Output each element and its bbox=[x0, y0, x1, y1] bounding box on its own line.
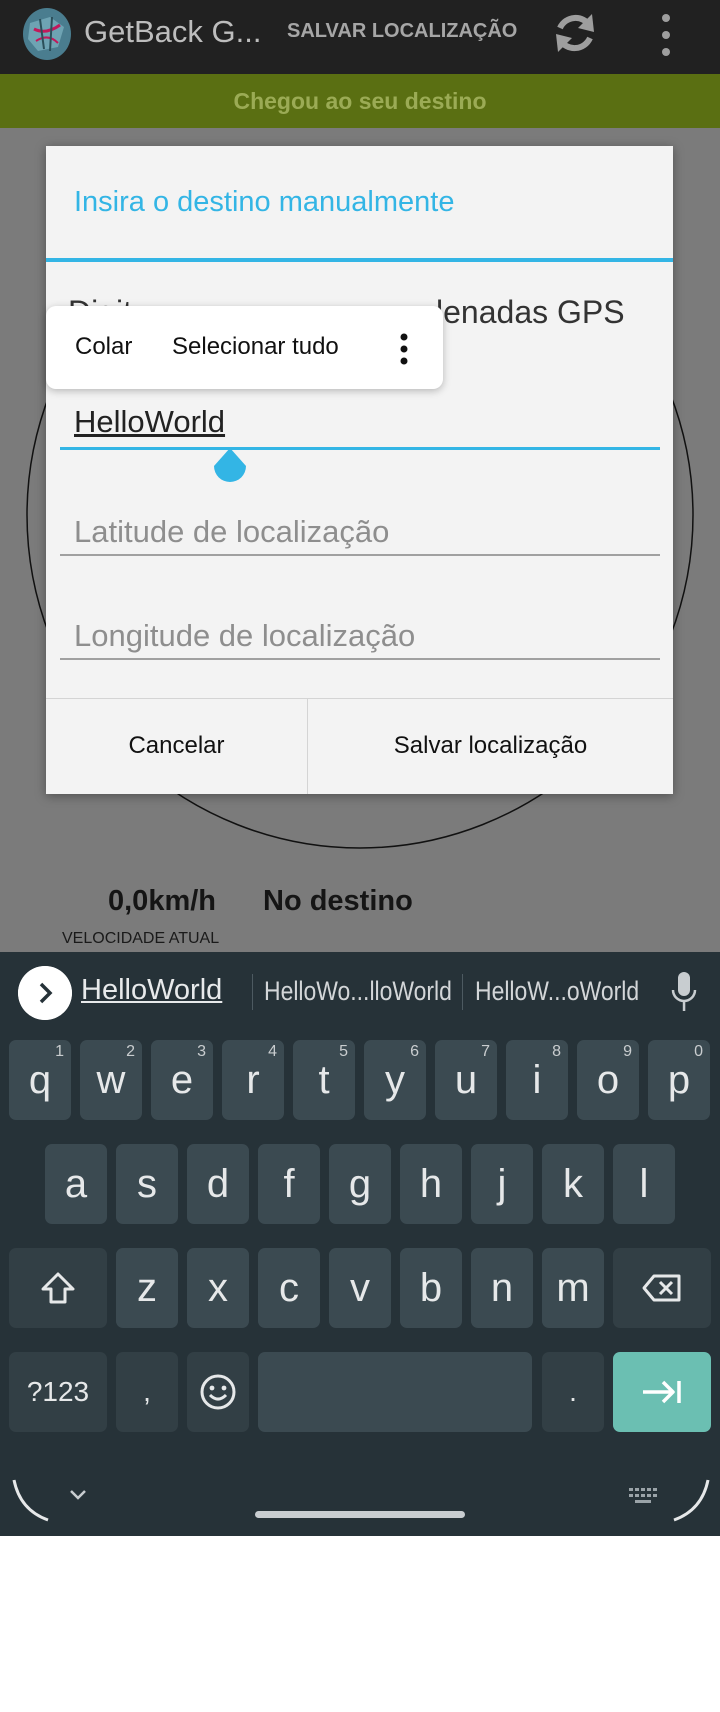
latitude-field[interactable]: Latitude de localização bbox=[60, 498, 660, 556]
suggestion-3[interactable]: HelloW...oWorld bbox=[475, 976, 639, 1007]
key-h[interactable]: h bbox=[400, 1144, 462, 1224]
blank-area bbox=[0, 1536, 720, 1712]
key-o[interactable]: o9 bbox=[577, 1040, 639, 1120]
key-c[interactable]: c bbox=[258, 1248, 320, 1328]
key-q[interactable]: q1 bbox=[9, 1040, 71, 1120]
suggestion-strip: HelloWorld HelloWo...lloWorld HelloW...o… bbox=[0, 952, 720, 1032]
symbols-key[interactable]: ?123 bbox=[9, 1352, 107, 1432]
app-logo-icon bbox=[23, 8, 71, 60]
key-w[interactable]: w2 bbox=[80, 1040, 142, 1120]
keyboard-switch-icon[interactable] bbox=[628, 1486, 658, 1506]
next-field-key[interactable] bbox=[613, 1352, 711, 1432]
app-title: GetBack G... bbox=[84, 14, 262, 49]
chevron-down-icon[interactable] bbox=[68, 1488, 88, 1502]
arrival-banner: Chegou ao seu destino bbox=[0, 74, 720, 128]
emoji-key[interactable] bbox=[187, 1352, 249, 1432]
home-indicator[interactable] bbox=[255, 1511, 465, 1518]
key-y[interactable]: y6 bbox=[364, 1040, 426, 1120]
key-v[interactable]: v bbox=[329, 1248, 391, 1328]
microphone-icon[interactable] bbox=[670, 970, 698, 1014]
key-e[interactable]: e3 bbox=[151, 1040, 213, 1120]
expand-arrow-icon[interactable] bbox=[18, 966, 72, 1020]
location-name-field[interactable]: HelloWorld bbox=[60, 396, 660, 450]
speed-value: 0,0km/h bbox=[108, 885, 216, 917]
soft-keyboard: HelloWorld HelloWo...lloWorld HelloW...o… bbox=[0, 952, 720, 1452]
overflow-menu-icon[interactable] bbox=[656, 10, 676, 60]
destination-status: No destino bbox=[263, 885, 413, 917]
longitude-placeholder: Longitude de localização bbox=[74, 618, 416, 653]
latitude-placeholder: Latitude de localização bbox=[74, 514, 390, 549]
key-n[interactable]: n bbox=[471, 1248, 533, 1328]
save-location-button[interactable]: Salvar localização bbox=[308, 698, 673, 794]
app-bar: GetBack G... SALVAR LOCALIZAÇÃO bbox=[0, 0, 720, 74]
shift-key[interactable] bbox=[9, 1248, 107, 1328]
location-name-value: HelloWorld bbox=[74, 404, 226, 439]
shift-icon bbox=[41, 1272, 75, 1304]
key-d[interactable]: d bbox=[187, 1144, 249, 1224]
suggestion-separator bbox=[462, 974, 463, 1010]
key-m[interactable]: m bbox=[542, 1248, 604, 1328]
key-k[interactable]: k bbox=[542, 1144, 604, 1224]
key-z[interactable]: z bbox=[116, 1248, 178, 1328]
speed-label: VELOCIDADE ATUAL bbox=[62, 930, 220, 947]
key-x[interactable]: x bbox=[187, 1248, 249, 1328]
manual-destination-dialog: Insira o destino manualmente Digitxxxxxx… bbox=[46, 146, 673, 794]
longitude-field[interactable]: Longitude de localização bbox=[60, 602, 660, 660]
refresh-icon[interactable] bbox=[548, 6, 602, 60]
more-options-icon[interactable] bbox=[394, 332, 414, 366]
key-i[interactable]: i8 bbox=[506, 1040, 568, 1120]
dialog-title: Insira o destino manualmente bbox=[74, 186, 455, 218]
emoji-icon bbox=[200, 1374, 236, 1410]
text-context-menu: Colar Selecionar tudo bbox=[46, 306, 443, 389]
dialog-message-end: lenadas GPS bbox=[436, 294, 625, 330]
paste-menu-item[interactable]: Colar bbox=[75, 333, 132, 361]
navigation-bar bbox=[0, 1452, 720, 1536]
period-key[interactable]: . bbox=[542, 1352, 604, 1432]
key-a[interactable]: a bbox=[45, 1144, 107, 1224]
key-u[interactable]: u7 bbox=[435, 1040, 497, 1120]
comma-key[interactable]: , bbox=[116, 1352, 178, 1432]
cancel-button[interactable]: Cancelar bbox=[46, 698, 307, 794]
key-s[interactable]: s bbox=[116, 1144, 178, 1224]
arrival-banner-text: Chegou ao seu destino bbox=[233, 88, 487, 114]
key-b[interactable]: b bbox=[400, 1248, 462, 1328]
tab-arrow-icon bbox=[643, 1380, 681, 1404]
backspace-icon bbox=[642, 1274, 681, 1302]
key-r[interactable]: r4 bbox=[222, 1040, 284, 1120]
back-gesture-icon[interactable] bbox=[10, 1474, 54, 1524]
key-j[interactable]: j bbox=[471, 1144, 533, 1224]
dialog-title-divider bbox=[46, 258, 673, 262]
key-p[interactable]: p0 bbox=[648, 1040, 710, 1120]
key-g[interactable]: g bbox=[329, 1144, 391, 1224]
suggestion-1[interactable]: HelloWorld bbox=[81, 974, 222, 1007]
space-key[interactable] bbox=[258, 1352, 532, 1432]
suggestion-separator bbox=[252, 974, 253, 1010]
select-all-menu-item[interactable]: Selecionar tudo bbox=[172, 333, 339, 361]
suggestion-2[interactable]: HelloWo...lloWorld bbox=[264, 976, 452, 1007]
backspace-key[interactable] bbox=[613, 1248, 711, 1328]
text-cursor-handle-icon[interactable] bbox=[212, 448, 248, 484]
save-location-action-button[interactable]: SALVAR LOCALIZAÇÃO bbox=[287, 20, 517, 43]
key-f[interactable]: f bbox=[258, 1144, 320, 1224]
key-l[interactable]: l bbox=[613, 1144, 675, 1224]
key-t[interactable]: t5 bbox=[293, 1040, 355, 1120]
forward-gesture-icon[interactable] bbox=[668, 1474, 712, 1524]
